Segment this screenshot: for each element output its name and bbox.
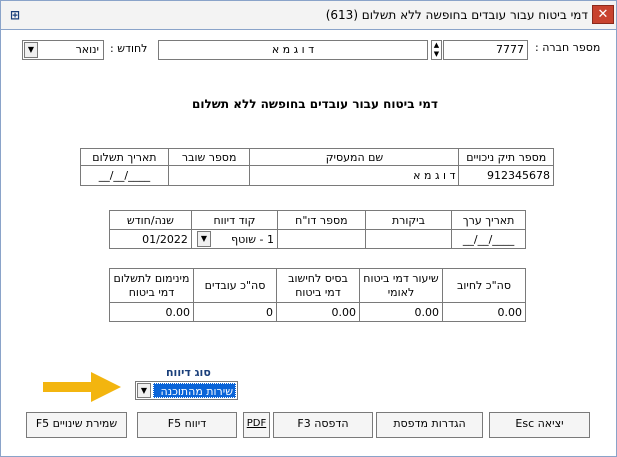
- chevron-down-icon: ▼: [140, 386, 148, 395]
- save-changes-button[interactable]: שמירת שינויים F5: [26, 412, 127, 438]
- header-total-employees: סה"כ עובדים: [193, 268, 277, 303]
- header-year-month: שנה/חודש: [109, 210, 192, 230]
- app-icon: ⊞: [9, 8, 21, 22]
- report-type-select[interactable]: שירות מהתוכנה ▼: [135, 381, 238, 400]
- window-title: דמי ביטוח עבור עובדים בחופשה ללא תשלום (…: [325, 8, 588, 22]
- report-button[interactable]: דיווח F5: [137, 412, 237, 438]
- report-code-dropdown-button[interactable]: ▼: [197, 231, 211, 247]
- report-code-value: 1 - שוטף: [231, 232, 274, 246]
- year-month-value[interactable]: 01/2022: [109, 229, 192, 249]
- arrow-pointer-icon: [43, 372, 121, 402]
- header-calculation-base: בסיס לחישוב דמי ביטוח: [276, 268, 360, 303]
- header-insurance-rate: שיעור דמי ביטוח לאומי: [359, 268, 443, 303]
- title-bar: ⊞ דמי ביטוח עבור עובדים בחופשה ללא תשלום…: [0, 0, 617, 30]
- report-type-value: שירות מהתוכנה: [153, 383, 236, 398]
- company-name-field: ד ו ג מ א: [158, 40, 428, 60]
- month-dropdown-button[interactable]: ▼: [24, 42, 38, 58]
- chevron-down-icon: ▼: [27, 45, 35, 54]
- company-number-label: מספר חברה :: [535, 41, 601, 54]
- printer-settings-button[interactable]: הגדרות מדפסת: [376, 412, 483, 438]
- report-table: שנה/חודש קוד דיווח מספר דו"ח ביקורת תארי…: [109, 210, 526, 249]
- deduction-file-value: 912345678: [458, 165, 554, 186]
- company-number-spinner[interactable]: ▲ ▼: [431, 40, 442, 60]
- header-value-date: תאריך ערך: [451, 210, 526, 230]
- value-date-input[interactable]: __/__/____: [451, 229, 526, 249]
- header-report-code: קוד דיווח: [190, 210, 279, 230]
- header-voucher-number: מספר שובר: [167, 148, 251, 166]
- company-number-input[interactable]: 7777: [443, 40, 528, 60]
- header-employer-name: שם המעסיק: [249, 148, 460, 166]
- header-minimum-payment: מינימום לתשלום דמי ביטוח: [109, 268, 194, 303]
- total-charge-value: 0.00: [442, 302, 526, 322]
- total-employees-value: 0: [193, 302, 277, 322]
- employer-table: תאריך תשלום מספר שובר שם המעסיק מספר תיק…: [80, 148, 554, 186]
- close-icon: ✕: [597, 7, 609, 22]
- insurance-rate-value: 0.00: [359, 302, 443, 322]
- report-number-input[interactable]: [277, 229, 366, 249]
- employer-name-value: ד ו ג מ א: [249, 165, 460, 186]
- pdf-button[interactable]: PDF: [243, 412, 270, 438]
- header-audit: ביקורת: [364, 210, 453, 230]
- header-deduction-file: מספר תיק ניכויים: [458, 148, 554, 166]
- voucher-number-input[interactable]: [167, 165, 251, 186]
- close-button[interactable]: ✕: [592, 5, 614, 24]
- header-total-charge: סה"כ לחיוב: [442, 268, 526, 303]
- audit-input[interactable]: [364, 229, 453, 249]
- calculation-base-value: 0.00: [276, 302, 360, 322]
- print-button[interactable]: הדפסה F3: [273, 412, 373, 438]
- header-payment-date: תאריך תשלום: [80, 148, 169, 166]
- month-value: ינואר: [75, 43, 99, 56]
- exit-button[interactable]: יציאה Esc: [489, 412, 590, 438]
- report-type-label: סוג דיווח: [166, 366, 211, 379]
- chevron-down-icon: ▼: [200, 234, 208, 243]
- month-label: לחודש :: [110, 42, 148, 55]
- report-type-dropdown-button[interactable]: ▼: [137, 383, 151, 398]
- totals-table: מינימום לתשלום דמי ביטוח סה"כ עובדים בסי…: [109, 268, 526, 322]
- minimum-payment-value: 0.00: [109, 302, 194, 322]
- header-report-number: מספר דו"ח: [277, 210, 366, 230]
- payment-date-input[interactable]: __/__/____: [80, 165, 169, 186]
- form-heading: דמי ביטוח עבור עובדים בחופשה ללא תשלום: [192, 97, 438, 111]
